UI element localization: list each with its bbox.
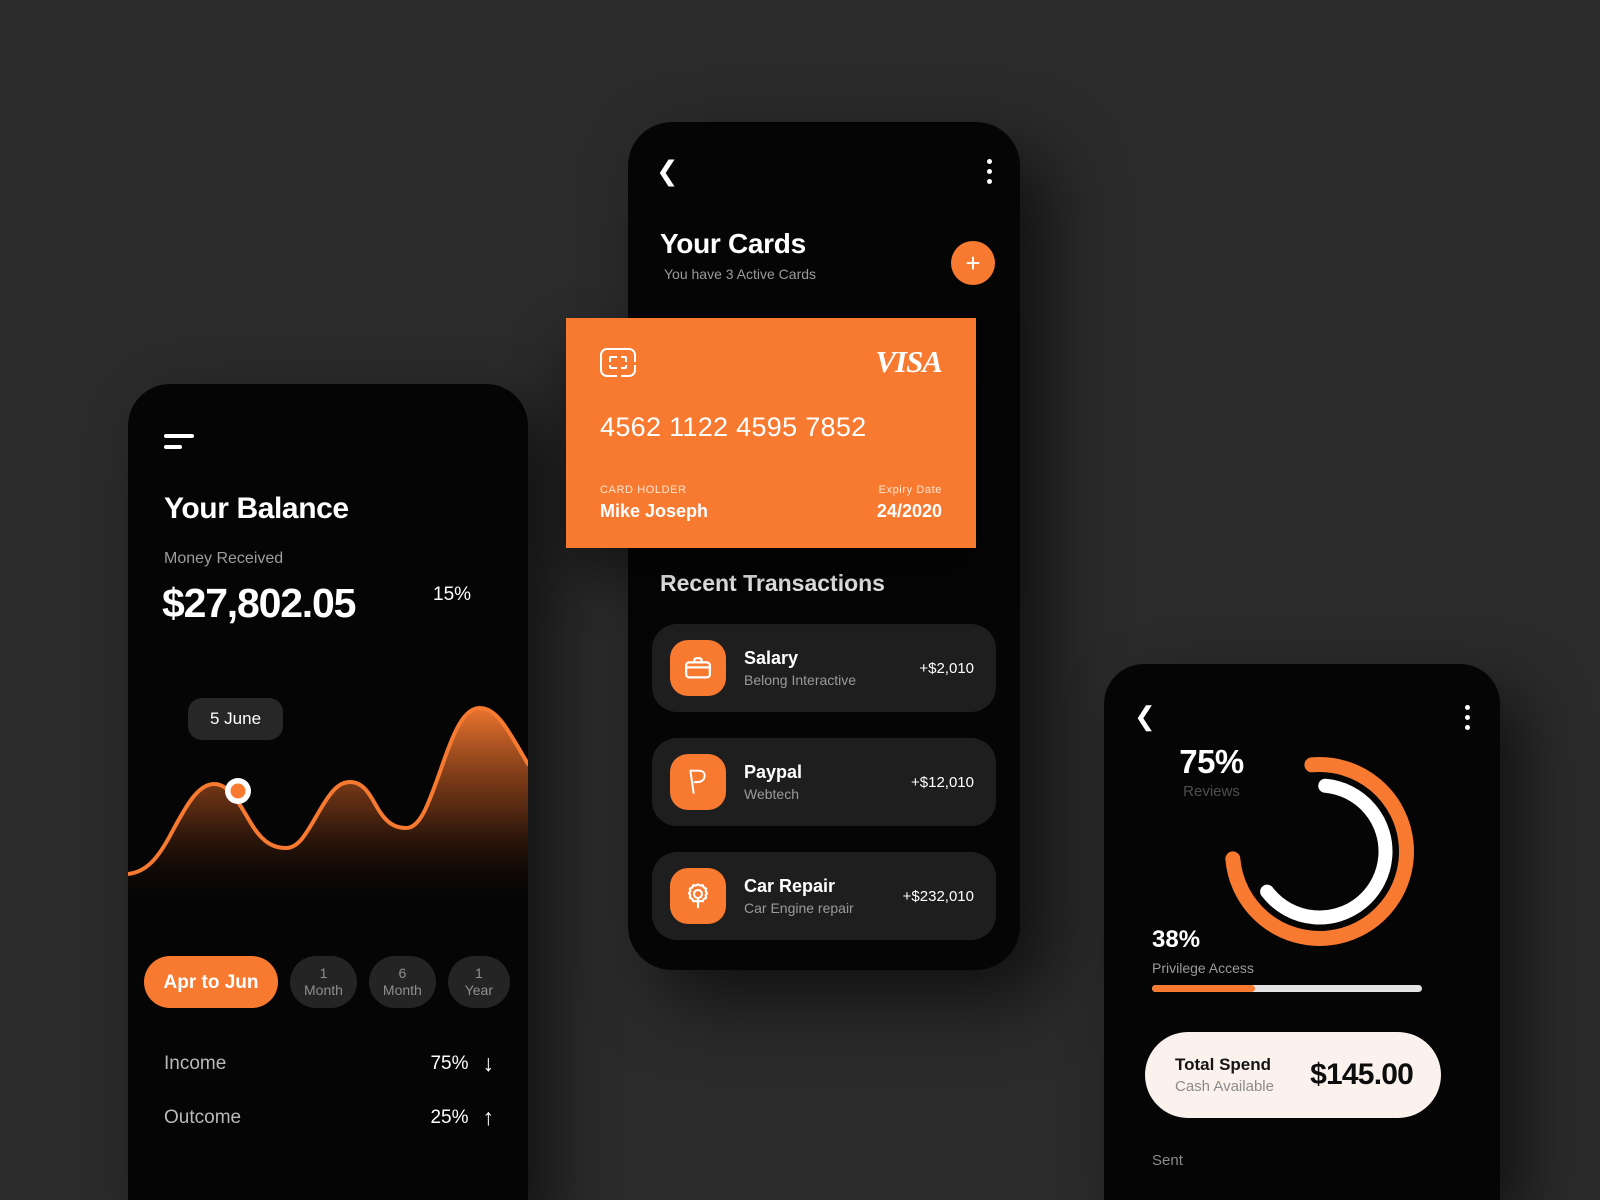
privilege-value: 38% xyxy=(1152,926,1201,953)
dot xyxy=(987,159,992,164)
arrow-up-icon: ↑ xyxy=(482,1104,495,1130)
chevron-left-icon[interactable]: ❮ xyxy=(656,156,679,186)
balance-percent: 15% xyxy=(433,584,472,605)
range-pill-6-month[interactable]: 6 Month xyxy=(368,956,436,1008)
phone-stats-screen: ❮ 75% Reviews 38% Privilege Access Total… xyxy=(1104,664,1500,1200)
stat-value: 25% xyxy=(430,1106,469,1128)
card-expiry-block: Expiry Date 24/2020 xyxy=(877,484,942,522)
chart-point-inner xyxy=(230,783,246,799)
transaction-text: Paypal Webtech xyxy=(744,762,911,802)
page-title: Your Balance xyxy=(164,492,349,525)
credit-card-top: VISA xyxy=(600,344,943,380)
transaction-amount: +$12,010 xyxy=(911,773,974,791)
range-pill-1-year[interactable]: 1 Year xyxy=(447,956,510,1008)
stat-row-income: Income 75% ↓ xyxy=(164,1052,494,1075)
more-vertical-icon[interactable] xyxy=(1465,705,1470,735)
total-spend-title: Total Spend xyxy=(1175,1055,1272,1074)
transaction-row[interactable]: Paypal Webtech +$12,010 xyxy=(652,738,996,826)
transaction-name: Salary xyxy=(744,648,799,668)
page-title: Your Cards xyxy=(660,228,806,259)
transaction-amount: +$232,010 xyxy=(902,887,974,905)
chart-tooltip: 5 June xyxy=(188,698,284,740)
transaction-text: Car Repair Car Engine repair xyxy=(744,876,903,916)
dot xyxy=(1465,715,1470,720)
stats-screen-content: ❮ 75% Reviews 38% Privilege Access Total… xyxy=(1104,664,1500,1200)
hamburger-icon[interactable] xyxy=(164,434,194,456)
donut-percent: 75% xyxy=(1179,743,1244,780)
transaction-name: Car Repair xyxy=(744,876,836,896)
sent-label: Sent xyxy=(1152,1152,1183,1169)
balance-subtitle: Money Received xyxy=(164,550,284,567)
transaction-desc: Car Engine repair xyxy=(744,900,854,916)
range-pill-line2: Month xyxy=(382,982,422,998)
privilege-progress-bar[interactable] xyxy=(1152,985,1422,992)
phone-balance-screen: Your Balance Money Received $27,802.05 1… xyxy=(128,384,528,1200)
donut-center-labels: 75% Reviews xyxy=(1104,664,1319,879)
stat-value-group: 25% ↑ xyxy=(430,1106,494,1129)
dot xyxy=(1465,705,1470,710)
transaction-row[interactable]: Car Repair Car Engine repair +$232,010 xyxy=(652,852,996,940)
range-selector: Apr to Jun 1 Month 6 Month 1 Year xyxy=(144,956,510,1008)
card-chip-icon xyxy=(600,347,638,379)
dot xyxy=(987,179,992,184)
cards-subtitle: You have 3 Active Cards xyxy=(664,266,817,282)
paypal-icon xyxy=(670,754,726,810)
gear-icon xyxy=(670,868,726,924)
range-pill-line1: 1 xyxy=(319,965,328,981)
more-vertical-icon[interactable] xyxy=(987,159,992,189)
transaction-desc: Webtech xyxy=(744,786,799,802)
transactions-list: Salary Belong Interactive +$2,010 Paypal… xyxy=(652,624,996,966)
card-expiry-label: Expiry Date xyxy=(878,484,942,496)
recent-transactions-title: Recent Transactions xyxy=(660,570,885,596)
transaction-name: Paypal xyxy=(744,762,803,782)
total-spend-amount: $145.00 xyxy=(1310,1058,1414,1091)
total-spend-card[interactable]: Total Spend Cash Available $145.00 xyxy=(1145,1032,1441,1118)
cards-topbar: ❮ xyxy=(628,156,1020,190)
range-pill-line2: Month xyxy=(304,982,343,998)
stat-label: Income xyxy=(164,1052,227,1074)
canvas: Your Balance Money Received $27,802.05 1… xyxy=(0,0,1600,1200)
range-pill-1-month[interactable]: 1 Month xyxy=(290,956,357,1008)
privilege-label: Privilege Access xyxy=(1152,960,1254,976)
total-spend-text: Total Spend Cash Available xyxy=(1175,1055,1274,1095)
add-card-button[interactable]: + xyxy=(951,241,995,285)
card-holder-label: CARD HOLDER xyxy=(600,484,687,496)
range-pill-line1: 6 xyxy=(398,965,407,981)
stat-value: 75% xyxy=(430,1052,469,1074)
range-pill-label: Apr to Jun xyxy=(163,971,259,993)
balance-amount: $27,802.05 xyxy=(162,580,356,626)
dot xyxy=(987,169,992,174)
income-outcome-stats: Income 75% ↓ Outcome 25% ↑ xyxy=(164,1052,494,1160)
transaction-text: Salary Belong Interactive xyxy=(744,648,919,688)
hamburger-line-2 xyxy=(164,445,182,449)
range-pill-apr-to-jun[interactable]: Apr to Jun xyxy=(144,956,278,1008)
briefcase-icon xyxy=(670,640,726,696)
chip-line xyxy=(602,362,638,365)
card-expiry-value: 24/2020 xyxy=(876,501,942,521)
credit-card[interactable]: VISA 4562 1122 4595 7852 CARD HOLDER Mik… xyxy=(566,318,976,548)
dot xyxy=(1465,725,1470,730)
card-number: 4562 1122 4595 7852 xyxy=(600,412,867,442)
balance-area-chart xyxy=(128,705,528,894)
arrow-down-icon: ↓ xyxy=(482,1050,495,1076)
hamburger-line-1 xyxy=(164,434,194,438)
visa-logo: VISA xyxy=(875,344,943,379)
total-spend-subtitle: Cash Available xyxy=(1175,1078,1274,1095)
transaction-row[interactable]: Salary Belong Interactive +$2,010 xyxy=(652,624,996,712)
card-holder-name: Mike Joseph xyxy=(600,501,709,521)
range-pill-line1: 1 xyxy=(474,965,483,981)
stat-label: Outcome xyxy=(164,1106,242,1128)
privilege-progress-fill xyxy=(1152,985,1255,992)
transaction-desc: Belong Interactive xyxy=(744,672,857,688)
card-holder-block: CARD HOLDER Mike Joseph xyxy=(600,484,708,522)
credit-card-bottom: CARD HOLDER Mike Joseph Expiry Date 24/2… xyxy=(600,484,942,522)
range-pill-line2: Year xyxy=(464,982,493,998)
stat-value-group: 75% ↓ xyxy=(430,1052,494,1075)
transaction-amount: +$2,010 xyxy=(919,659,974,677)
balance-screen-content: Your Balance Money Received $27,802.05 1… xyxy=(128,384,528,1200)
donut-label: Reviews xyxy=(1183,783,1240,800)
stat-row-outcome: Outcome 25% ↑ xyxy=(164,1106,494,1129)
